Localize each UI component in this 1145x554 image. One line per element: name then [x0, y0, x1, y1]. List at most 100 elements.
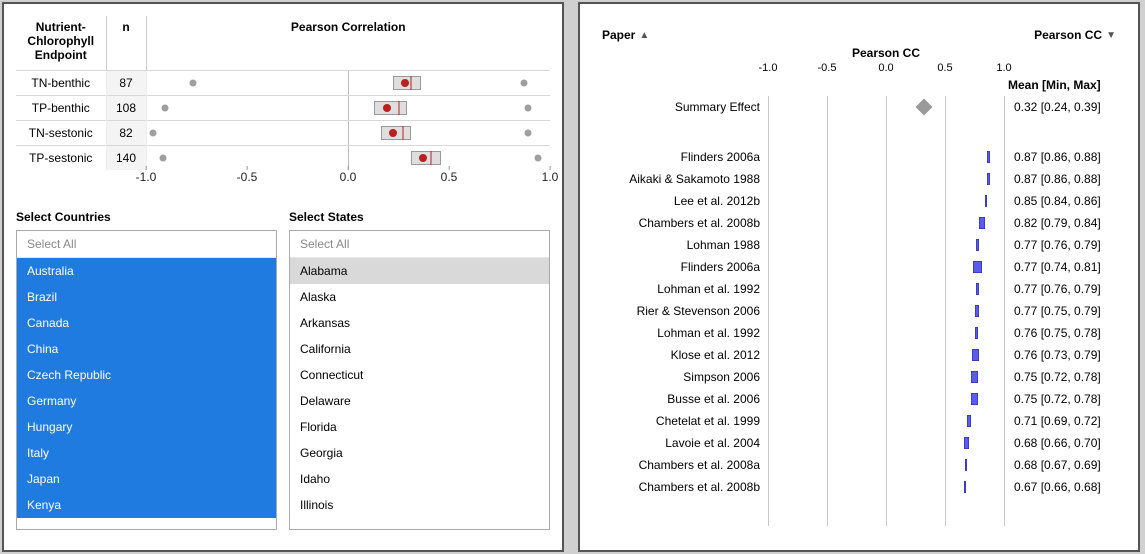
forest-row: Chambers et al. 2008b0.67 [0.66, 0.68] [598, 476, 1124, 498]
paper-name: Flinders 2006a [598, 150, 768, 164]
stat-text: 0.32 [0.24, 0.39] [1004, 100, 1124, 114]
paper-name: Lohman et al. 1992 [598, 326, 768, 340]
forest-row-strip [768, 146, 1004, 168]
forest-axis-row: Pearson CC -1.0-0.50.00.51.0 [598, 46, 1124, 78]
country-item[interactable]: Hungary [17, 414, 276, 440]
median-line [398, 101, 399, 115]
axis-tick: 0.5 [441, 170, 458, 184]
forest-row: Chetelat et al. 19990.71 [0.69, 0.72] [598, 410, 1124, 432]
paper-name: Lavoie et al. 2004 [598, 436, 768, 450]
paper-name: Lohman et al. 1992 [598, 282, 768, 296]
ci-bar [964, 481, 966, 493]
forest-axis-tick: -0.5 [818, 62, 837, 74]
state-item[interactable]: Idaho [290, 466, 549, 492]
paper-name: Flinders 2006a [598, 260, 768, 274]
country-item[interactable]: Italy [17, 440, 276, 466]
endpoint-column-header: Nutrient- Chlorophyll Endpoint [16, 16, 106, 71]
country-item[interactable]: Brazil [17, 284, 276, 310]
summary-forest-strip [147, 71, 551, 95]
forest-row-strip [768, 410, 1004, 432]
country-select-all[interactable]: Select All [17, 231, 276, 258]
state-item[interactable]: Delaware [290, 388, 549, 414]
forest-row-strip [768, 168, 1004, 190]
forest-row: Rier & Stevenson 20060.77 [0.75, 0.79] [598, 300, 1124, 322]
ci-bar [975, 305, 980, 317]
min-dot [159, 155, 166, 162]
state-item[interactable]: California [290, 336, 549, 362]
endpoint-cell: TP-benthic [16, 96, 106, 121]
paper-name: Lohman 1988 [598, 238, 768, 252]
country-item[interactable]: Czech Republic [17, 362, 276, 388]
country-item[interactable]: Kenya [17, 492, 276, 518]
states-listbox[interactable]: Select AllAlabamaAlaskaArkansasCaliforni… [289, 230, 550, 530]
forest-row: Flinders 2006a 0.77 [0.74, 0.81] [598, 256, 1124, 278]
ci-bar [976, 239, 980, 251]
ci-bar [967, 415, 971, 427]
countries-listbox[interactable]: Select AllAustraliaBrazilCanadaChinaCzec… [16, 230, 277, 530]
country-item[interactable]: Japan [17, 466, 276, 492]
state-item[interactable]: Alaska [290, 284, 549, 310]
forest-row-strip [768, 190, 1004, 212]
ci-bar [965, 459, 967, 471]
forest-row-strip [768, 96, 1004, 118]
states-label: Select States [289, 210, 550, 224]
ci-bar [987, 151, 989, 163]
ci-bar [973, 261, 981, 273]
axis-tick: -1.0 [136, 170, 157, 184]
ci-bar [979, 217, 985, 229]
forest-row-strip [768, 212, 1004, 234]
summary-x-axis: -1.0-0.50.00.51.0 [146, 170, 550, 200]
forest-row-strip [768, 344, 1004, 366]
paper-name: Busse et al. 2006 [598, 392, 768, 406]
sort-by-paper[interactable]: Paper ▲ [602, 28, 649, 42]
forest-row-strip [768, 454, 1004, 476]
sort-paper-label: Paper [602, 28, 635, 42]
n-cell: 87 [106, 71, 146, 96]
endpoint-summary-table: Nutrient- Chlorophyll Endpoint n Pearson… [16, 16, 550, 200]
summary-forest-strip [147, 121, 551, 145]
forest-axis-title: Pearson CC [768, 46, 1004, 60]
country-item[interactable]: China [17, 336, 276, 362]
country-item[interactable]: Australia [17, 258, 276, 284]
median-line [430, 151, 431, 165]
forest-row: Lohman et al. 19920.76 [0.75, 0.78] [598, 322, 1124, 344]
country-item[interactable]: Germany [17, 388, 276, 414]
state-item[interactable]: Georgia [290, 440, 549, 466]
ci-bar [987, 173, 989, 185]
max-dot [534, 155, 541, 162]
state-item[interactable]: Alabama [290, 258, 549, 284]
mean-dot [401, 79, 409, 87]
endpoint-cell: TN-sestonic [16, 121, 106, 146]
paper-name: Lee et al. 2012b [598, 194, 768, 208]
forest-row-strip [768, 432, 1004, 454]
country-item[interactable]: Canada [17, 310, 276, 336]
axis-tick: 1.0 [542, 170, 559, 184]
endpoint-cell: TP-sestonic [16, 146, 106, 171]
stat-text: 0.77 [0.74, 0.81] [1004, 260, 1124, 274]
summary-forest-strip [147, 96, 551, 120]
stat-text: 0.77 [0.76, 0.79] [1004, 238, 1124, 252]
state-item[interactable]: Illinois [290, 492, 549, 518]
state-select-all[interactable]: Select All [290, 231, 549, 258]
sort-by-pearson[interactable]: Pearson CC ▼ [1034, 28, 1116, 42]
forest-row: Lohman et al. 19920.77 [0.76, 0.79] [598, 278, 1124, 300]
paper-name: Klose et al. 2012 [598, 348, 768, 362]
paper-name: Chambers et al. 2008b [598, 216, 768, 230]
min-dot [161, 105, 168, 112]
summary-diamond-icon [915, 99, 932, 116]
ci-bar [972, 349, 979, 361]
state-item[interactable]: Connecticut [290, 362, 549, 388]
stat-text: 0.68 [0.66, 0.70] [1004, 436, 1124, 450]
paper-name: Chambers et al. 2008a [598, 458, 768, 472]
forest-axis-tick: 0.0 [878, 62, 893, 74]
forest-row: Chambers et al. 2008b 0.82 [0.79, 0.84] [598, 212, 1124, 234]
state-item[interactable]: Arkansas [290, 310, 549, 336]
forest-row: Klose et al. 20120.76 [0.73, 0.79] [598, 344, 1124, 366]
paper-name: Aikaki & Sakamoto 1988 [598, 172, 768, 186]
axis-tick: -0.5 [237, 170, 258, 184]
forest-row: Lavoie et al. 2004 0.68 [0.66, 0.70] [598, 432, 1124, 454]
ci-bar [964, 437, 969, 449]
forest-row: Simpson 20060.75 [0.72, 0.78] [598, 366, 1124, 388]
state-item[interactable]: Florida [290, 414, 549, 440]
stat-text: 0.82 [0.79, 0.84] [1004, 216, 1124, 230]
